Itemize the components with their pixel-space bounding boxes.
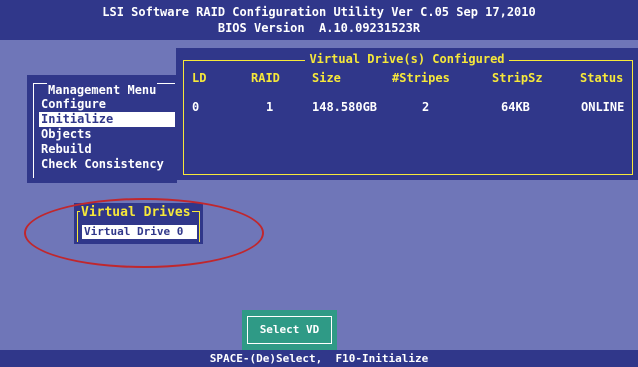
- menu-item-check-consistency[interactable]: Check Consistency: [39, 157, 175, 172]
- header-raid: RAID: [251, 71, 280, 85]
- cell-stripsz: 64KB: [501, 100, 530, 114]
- menu-item-configure[interactable]: Configure: [39, 97, 175, 112]
- select-vd-area: Select VD: [242, 310, 337, 350]
- title-bar: LSI Software RAID Configuration Utility …: [0, 0, 638, 40]
- cell-stripes: 2: [422, 100, 430, 114]
- menu-items: Configure Initialize Objects Rebuild Che…: [39, 97, 175, 172]
- management-menu: Management Menu Configure Initialize Obj…: [27, 75, 177, 183]
- highlight-circle: [24, 198, 264, 268]
- header-stripsz: StripSz: [492, 71, 543, 85]
- cell-status: ONLINE: [581, 100, 625, 114]
- cell-raid: 1: [266, 100, 274, 114]
- panel-title: Virtual Drive(s) Configured: [176, 52, 638, 66]
- select-vd-button[interactable]: Select VD: [247, 316, 332, 344]
- menu-title: Management Menu: [47, 83, 158, 97]
- utility-title: LSI Software RAID Configuration Utility …: [102, 5, 536, 19]
- header-size: Size: [312, 71, 341, 85]
- virtual-drives-configured-panel: Virtual Drive(s) Configured LD RAID Size…: [176, 48, 638, 180]
- cell-size: 148.580GB: [312, 100, 378, 114]
- table-row[interactable]: 0 1 148.580GB 2 64KB ONLINE: [176, 100, 638, 116]
- table-header: LD RAID Size #Stripes StripSz Status: [176, 71, 638, 87]
- cell-ld: 0: [192, 100, 200, 114]
- status-bar: SPACE-(De)Select, F10-Initialize: [0, 350, 638, 367]
- menu-item-rebuild[interactable]: Rebuild: [39, 142, 175, 157]
- header-ld: LD: [192, 71, 207, 85]
- header-status: Status: [580, 71, 624, 85]
- bios-version: BIOS Version A.10.09231523R: [217, 21, 421, 35]
- header-stripes: #Stripes: [392, 71, 450, 85]
- menu-item-initialize[interactable]: Initialize: [39, 112, 175, 127]
- menu-item-objects[interactable]: Objects: [39, 127, 175, 142]
